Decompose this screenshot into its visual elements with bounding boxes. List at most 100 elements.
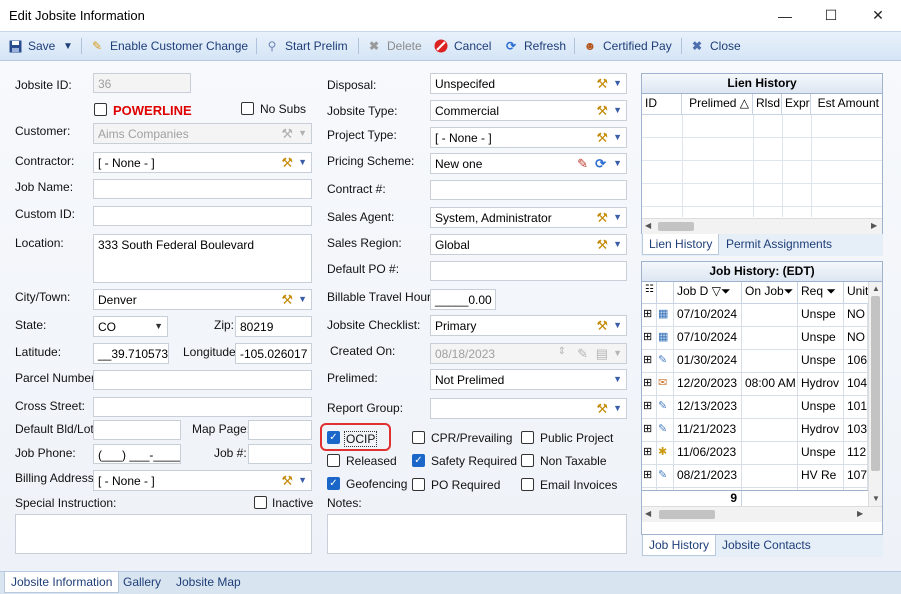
lien-horizontal-scrollbar[interactable]: ◀ ▶ — [642, 218, 882, 234]
close-window-button[interactable]: ✕ — [855, 0, 901, 31]
brush-icon[interactable]: ✎ — [577, 156, 588, 172]
cpr-prevailing-checkbox[interactable] — [412, 431, 425, 444]
table-row[interactable]: ⊞ ▦ 07/10/2024 Unspe NO — [642, 304, 868, 327]
chevron-down-icon[interactable]: ▼ — [613, 78, 622, 88]
filter-icon[interactable]: ⏷ — [826, 284, 836, 298]
safety-required-checkbox[interactable]: ✓ — [412, 454, 425, 467]
chevron-down-icon[interactable]: ▼ — [613, 212, 622, 222]
longitude-field[interactable]: -105.026017 — [235, 343, 312, 364]
sales-region-combo[interactable]: Global ⚒ ▼ — [430, 234, 627, 255]
scroll-thumb[interactable] — [659, 510, 715, 519]
sales-agent-combo[interactable]: System, Administrator ⚒ ▼ — [430, 207, 627, 228]
report-group-combo[interactable]: ⚒ ▼ — [430, 398, 627, 419]
default-bld-lot-field[interactable] — [93, 420, 181, 440]
job-history-vertical-scrollbar[interactable]: ▲ ▼ — [868, 282, 882, 506]
table-row[interactable]: ⊞ ✎ 12/13/2023 Unspe 101 — [642, 396, 868, 419]
default-po-field[interactable] — [430, 261, 627, 281]
chevron-down-icon[interactable]: ▼ — [613, 105, 622, 115]
job-number-field[interactable] — [248, 444, 312, 464]
scroll-left-icon[interactable]: ◀ — [645, 509, 651, 518]
project-type-combo[interactable]: [ - None - ] ⚒ ▼ — [430, 127, 627, 148]
lien-col-rlsd[interactable]: Rlsd — [753, 94, 782, 115]
jobsite-type-combo[interactable]: Commercial ⚒ ▼ — [430, 100, 627, 121]
released-checkbox[interactable] — [327, 454, 340, 467]
powerline-checkbox[interactable] — [94, 103, 107, 116]
notes-field[interactable] — [327, 514, 627, 554]
start-prelim-button[interactable]: ⚲ Start Prelim — [265, 32, 348, 60]
cancel-button[interactable]: Cancel — [434, 32, 491, 60]
table-row[interactable]: ⊞ ✱ 11/06/2023 Unspe 112 — [642, 442, 868, 465]
chevron-down-icon[interactable]: ▼ — [613, 374, 622, 384]
contract-number-field[interactable] — [430, 180, 627, 200]
state-combo[interactable]: CO ▼ — [93, 316, 168, 337]
scroll-thumb[interactable] — [658, 222, 694, 231]
scroll-thumb[interactable] — [871, 296, 880, 471]
scroll-down-icon[interactable]: ▼ — [872, 494, 880, 503]
certified-pay-button[interactable]: ☻ Certified Pay — [583, 32, 672, 60]
geofencing-checkbox[interactable]: ✓ — [327, 477, 340, 490]
hammer-icon[interactable]: ⚒ — [596, 237, 608, 253]
city-combo[interactable]: Denver ⚒ ▼ — [93, 289, 312, 310]
table-row[interactable]: ⊞ ✎ 01/30/2024 Unspe 106 — [642, 350, 868, 373]
job-history-horizontal-scrollbar[interactable]: ◀ ▶ — [642, 506, 882, 522]
chevron-down-icon[interactable]: ▼ — [298, 157, 307, 167]
scroll-up-icon[interactable]: ▲ — [872, 284, 880, 293]
job-col-date[interactable]: Job D ▽⏷ — [674, 282, 742, 304]
hammer-icon[interactable]: ⚒ — [281, 155, 293, 171]
save-dropdown-arrow[interactable]: ▼ — [63, 32, 73, 60]
refresh-button[interactable]: ⟳ Refresh — [504, 32, 566, 60]
lien-col-est-amount[interactable]: Est Amount — [811, 94, 882, 115]
hammer-icon[interactable]: ⚒ — [281, 473, 293, 489]
table-row[interactable]: ⊞ ✉ 12/20/2023 08:00 AM Hydrov 104 — [642, 373, 868, 396]
billable-travel-hours-field[interactable]: _____0.00 — [430, 289, 496, 310]
tab-jobsite-map[interactable]: Jobsite Map — [170, 572, 247, 592]
lien-col-id[interactable]: ID — [642, 94, 682, 115]
hammer-icon[interactable]: ⚒ — [596, 76, 608, 92]
maximize-button[interactable]: ☐ — [808, 0, 854, 31]
pricing-scheme-combo[interactable]: New one ✎ ⟳ ▼ — [430, 153, 627, 174]
hammer-icon[interactable]: ⚒ — [596, 130, 608, 146]
zip-field[interactable]: 80219 — [235, 316, 312, 337]
table-row[interactable]: ⊞ ▦ 07/10/2024 Unspe NO — [642, 327, 868, 350]
jobsite-checklist-combo[interactable]: Primary ⚒ ▼ — [430, 315, 627, 336]
filter-icon[interactable]: ⏷ — [784, 284, 794, 298]
job-phone-field[interactable]: (___) ___-____ — [93, 444, 181, 464]
parcel-number-field[interactable] — [93, 370, 312, 390]
scroll-right-icon[interactable]: ▶ — [871, 221, 877, 230]
map-page-field[interactable] — [248, 420, 312, 440]
table-row[interactable]: ⊞ ✎ 11/21/2023 Hydrov 103 — [642, 419, 868, 442]
no-subs-checkbox[interactable] — [241, 102, 254, 115]
hammer-icon[interactable]: ⚒ — [596, 210, 608, 226]
lien-col-expr[interactable]: Expr — [782, 94, 811, 115]
save-button[interactable]: Save — [8, 32, 55, 60]
hammer-icon[interactable]: ⚒ — [596, 103, 608, 119]
refresh-icon[interactable]: ⟳ — [595, 156, 606, 172]
delete-button[interactable]: ✖ Delete — [367, 32, 422, 60]
cross-street-field[interactable] — [93, 397, 312, 417]
email-invoices-checkbox[interactable] — [521, 478, 534, 491]
job-col-req[interactable]: Req ⏷ — [798, 282, 844, 304]
table-row[interactable]: ⊞ ✎ 08/21/2023 HV Re 107 — [642, 465, 868, 488]
chevron-down-icon[interactable]: ▼ — [613, 239, 622, 249]
chevron-down-icon[interactable]: ▼ — [613, 158, 622, 168]
tab-job-history[interactable]: Job History — [642, 535, 717, 556]
column-chooser-icon[interactable]: ☷ — [642, 282, 657, 304]
tab-gallery[interactable]: Gallery — [117, 572, 167, 592]
minimize-button[interactable]: — — [762, 0, 808, 31]
hammer-icon[interactable]: ⚒ — [596, 318, 608, 334]
chevron-down-icon[interactable]: ▼ — [613, 320, 622, 330]
billing-address-combo[interactable]: [ - None - ] ⚒ ▼ — [93, 470, 312, 491]
po-required-checkbox[interactable] — [412, 478, 425, 491]
ocip-checkbox[interactable]: ✓ — [327, 431, 340, 444]
inactive-checkbox[interactable] — [254, 496, 267, 509]
chevron-down-icon[interactable]: ▼ — [613, 403, 622, 413]
job-col-unit[interactable]: Unit — [844, 282, 868, 304]
scroll-right-icon[interactable]: ▶ — [857, 509, 863, 518]
location-field[interactable]: 333 South Federal Boulevard — [93, 234, 312, 283]
prelimed-combo[interactable]: Not Prelimed ▼ — [430, 369, 627, 390]
customer-combo[interactable]: Aims Companies ⚒ ▼ — [93, 123, 312, 144]
disposal-combo[interactable]: Unspecifed ⚒ ▼ — [430, 73, 627, 94]
filter-icon[interactable]: ⏷ — [721, 284, 731, 298]
tab-lien-history[interactable]: Lien History — [642, 234, 720, 255]
tab-permit-assignments[interactable]: Permit Assignments — [720, 234, 838, 254]
